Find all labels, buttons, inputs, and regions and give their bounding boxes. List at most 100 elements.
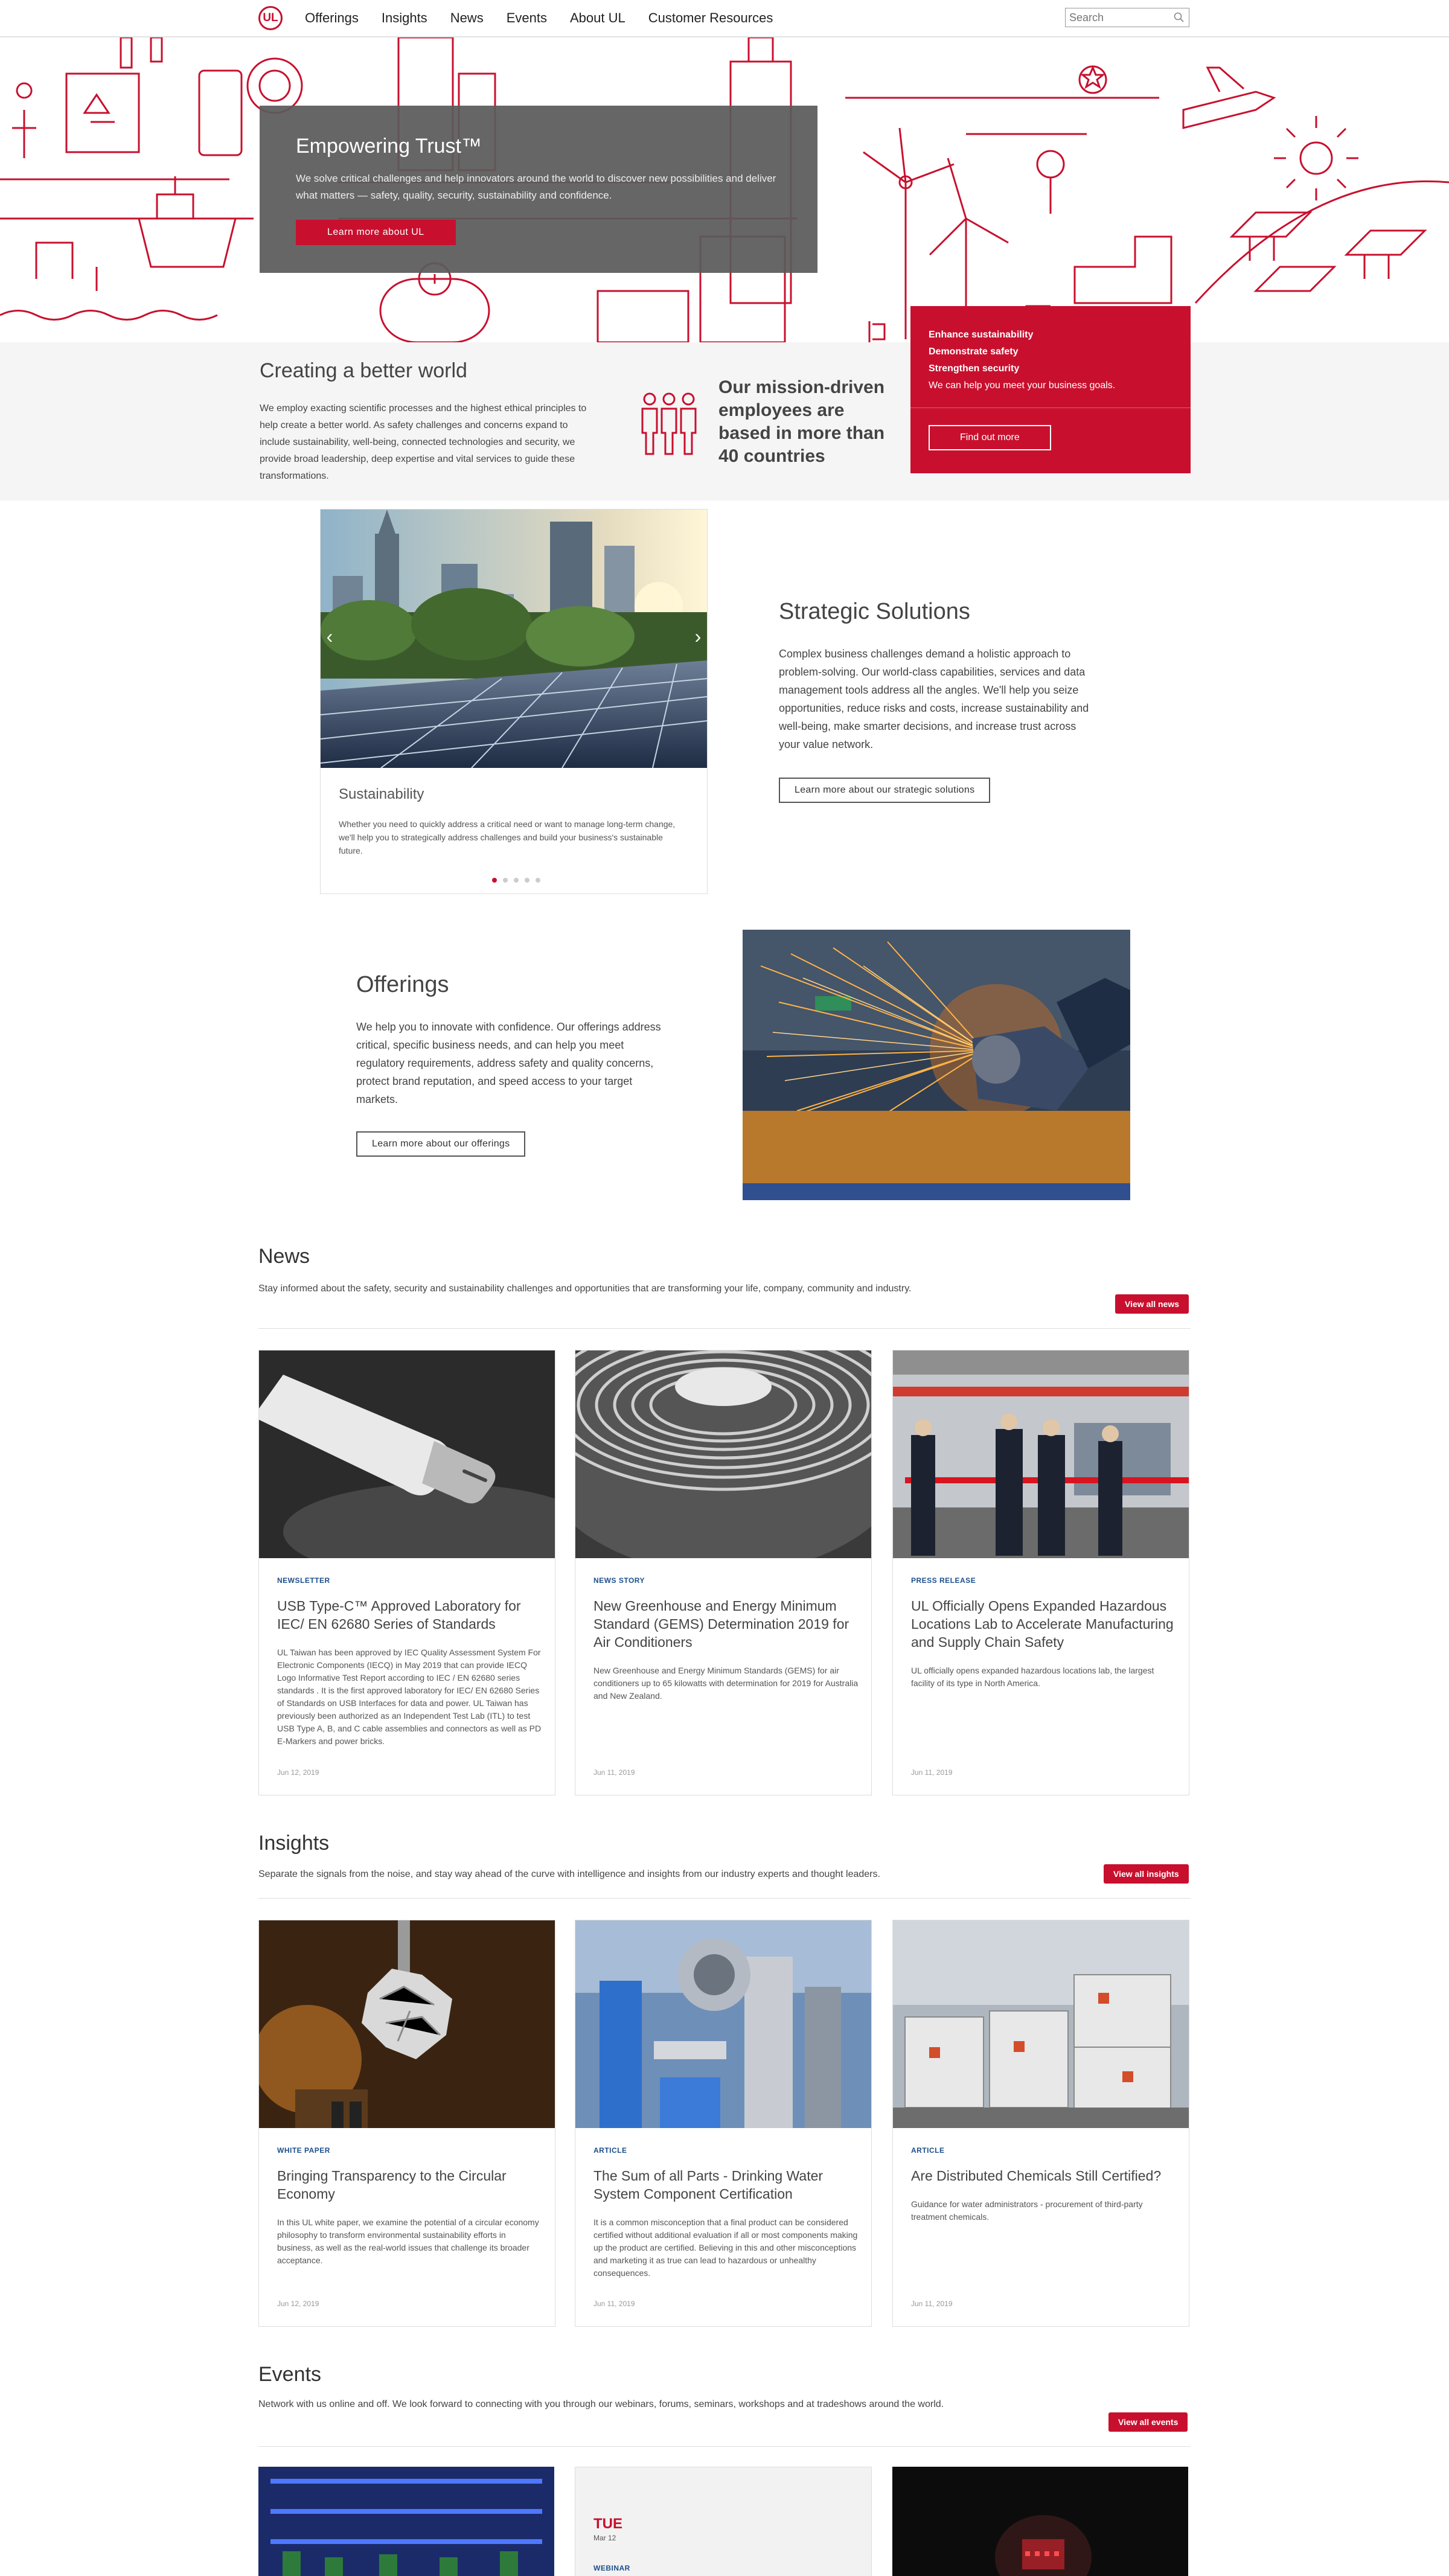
insights-description: Separate the signals from the noise, and… — [258, 1869, 880, 1879]
card-title[interactable]: Bringing Transparency to the Circular Ec… — [277, 2167, 543, 2203]
view-all-insights-button[interactable]: View all insights — [1104, 1864, 1189, 1884]
events-title: Events — [258, 2363, 321, 2386]
water-system-image — [575, 1920, 871, 2128]
search-input[interactable] — [1066, 8, 1168, 27]
offerings-text: We help you to innovate with confidence.… — [356, 1021, 661, 1105]
event-racecar-image — [892, 2467, 1188, 2576]
promo-line-goals: We can help you meet your business goals… — [929, 380, 1116, 391]
mission-text: Our mission-driven employees are based i… — [718, 377, 885, 466]
event-card[interactable]: TUE Mar 12 WEBINAR — [575, 2467, 872, 2576]
sustainability-image: ‹ › — [321, 510, 707, 768]
insight-card[interactable]: ARTICLE Are Distributed Chemicals Still … — [892, 1920, 1189, 2327]
card-text: New Greenhouse and Energy Minimum Standa… — [593, 1666, 859, 1701]
news-card[interactable]: NEWSLETTER USB Type-C™ Approved Laborato… — [258, 1350, 555, 1795]
card-title[interactable]: USB Type-C™ Approved Laboratory for IEC/… — [277, 1597, 543, 1633]
nav-offerings[interactable]: Offerings — [305, 10, 359, 26]
insight-card[interactable]: ARTICLE The Sum of all Parts - Drinking … — [575, 1920, 872, 2327]
view-all-events-button[interactable]: View all events — [1108, 2412, 1188, 2432]
event-card[interactable] — [892, 2467, 1189, 2576]
creating-title: Creating a better world — [260, 359, 467, 382]
nav-news[interactable]: News — [450, 10, 484, 26]
hero-overlay-box: Empowering Trust™ We solve critical chal… — [260, 106, 817, 273]
news-card[interactable]: NEWS STORY New Greenhouse and Energy Min… — [575, 1350, 872, 1795]
insight-card[interactable]: WHITE PAPER Bringing Transparency to the… — [258, 1920, 555, 2327]
hero-title: Empowering Trust™ — [296, 135, 482, 158]
card-date: Jun 11, 2019 — [911, 2300, 953, 2308]
carousel-slide-text: Whether you need to quickly address a cr… — [339, 819, 676, 855]
nav-customer-resources[interactable]: Customer Resources — [648, 10, 773, 26]
card-category: NEWS STORY — [593, 1576, 645, 1585]
carousel-dot-3[interactable] — [514, 878, 519, 883]
promo-line-safety: Demonstrate safety — [929, 347, 1019, 357]
usb-c-image — [259, 1350, 555, 1558]
news-divider — [258, 1328, 1191, 1329]
promo-divider — [910, 407, 1191, 408]
strategic-solutions-title: Strategic Solutions — [779, 599, 970, 624]
search-icon[interactable] — [1173, 11, 1185, 24]
strategic-solutions-button[interactable]: Learn more about our strategic solutions — [779, 778, 991, 803]
carousel-dot-4[interactable] — [525, 878, 529, 883]
card-date: Jun 11, 2019 — [911, 1768, 953, 1777]
card-date: Jun 11, 2019 — [593, 1768, 635, 1777]
learn-more-about-ul-button[interactable]: Learn more about UL — [296, 220, 456, 245]
card-category: NEWSLETTER — [277, 1576, 330, 1585]
card-category: ARTICLE — [593, 2146, 627, 2155]
ul-logo[interactable]: UL — [258, 6, 283, 30]
promo-line-sustainability: Enhance sustainability — [929, 330, 1034, 340]
carousel-next-arrow[interactable]: › — [691, 624, 705, 648]
offerings-welding-image — [743, 930, 1130, 1200]
nav-events[interactable]: Events — [507, 10, 547, 26]
events-description: Network with us online and off. We look … — [258, 2399, 944, 2409]
business-goals-promo: Enhance sustainability Demonstrate safet… — [910, 306, 1191, 473]
top-navigation-bar: UL Offerings Insights News Events About … — [0, 0, 1449, 37]
event-card[interactable] — [258, 2467, 555, 2576]
air-conditioner-image — [575, 1350, 871, 1558]
insights-title: Insights — [258, 1832, 330, 1855]
event-day: TUE — [593, 2516, 622, 2532]
card-title[interactable]: The Sum of all Parts - Drinking Water Sy… — [593, 2167, 859, 2203]
offerings-button[interactable]: Learn more about our offerings — [356, 1131, 526, 1157]
card-text: Guidance for water administrators - proc… — [911, 2199, 1143, 2222]
carousel-dot-1[interactable] — [492, 878, 497, 883]
news-card[interactable]: PRESS RELEASE UL Officially Opens Expand… — [892, 1350, 1189, 1795]
events-divider — [258, 2446, 1191, 2447]
offerings-title: Offerings — [356, 972, 449, 997]
event-category: WEBINAR — [593, 2564, 630, 2572]
view-all-news-button[interactable]: View all news — [1115, 1294, 1189, 1314]
card-category: ARTICLE — [911, 2146, 945, 2155]
card-title[interactable]: New Greenhouse and Energy Minimum Standa… — [593, 1597, 859, 1651]
event-lab-image — [258, 2467, 554, 2576]
event-date: Mar 12 — [593, 2534, 616, 2542]
news-title: News — [258, 1245, 310, 1268]
nav-about-ul[interactable]: About UL — [570, 10, 625, 26]
carousel-prev-arrow[interactable]: ‹ — [323, 624, 336, 648]
strategic-solutions-text: Complex business challenges demand a hol… — [779, 648, 1089, 750]
card-text: UL officially opens expanded hazardous l… — [911, 1666, 1154, 1688]
search-box — [1065, 8, 1189, 27]
card-date: Jun 11, 2019 — [593, 2300, 635, 2308]
carousel-dots — [492, 878, 540, 883]
card-title[interactable]: UL Officially Opens Expanded Hazardous L… — [911, 1597, 1177, 1651]
news-description: Stay informed about the safety, security… — [258, 1283, 912, 1294]
card-text: In this UL white paper, we examine the p… — [277, 2217, 539, 2265]
chemical-containers-image — [893, 1920, 1189, 2128]
solutions-carousel: ‹ › Sustainability Whether you need to q… — [320, 509, 708, 894]
card-category: WHITE PAPER — [277, 2146, 330, 2155]
lab-ribbon-cutting-image — [893, 1350, 1189, 1558]
card-date: Jun 12, 2019 — [277, 2300, 319, 2308]
hero-section: Empowering Trust™ We solve critical chal… — [0, 37, 1449, 342]
card-date: Jun 12, 2019 — [277, 1768, 319, 1777]
card-category: PRESS RELEASE — [911, 1576, 976, 1585]
nav-insights[interactable]: Insights — [382, 10, 427, 26]
creating-better-world-band: Creating a better world We employ exacti… — [0, 342, 1449, 500]
people-icon — [641, 392, 697, 455]
creating-text: We employ exacting scientific processes … — [260, 403, 587, 481]
main-nav: Offerings Insights News Events About UL … — [305, 0, 773, 36]
find-out-more-button[interactable]: Find out more — [929, 425, 1051, 450]
hero-text: We solve critical challenges and help in… — [296, 173, 776, 201]
card-title[interactable]: Are Distributed Chemicals Still Certifie… — [911, 2167, 1177, 2185]
promo-line-security: Strengthen security — [929, 363, 1020, 374]
carousel-dot-2[interactable] — [503, 878, 508, 883]
carousel-dot-5[interactable] — [536, 878, 540, 883]
card-text: It is a common misconception that a fina… — [593, 2217, 858, 2278]
